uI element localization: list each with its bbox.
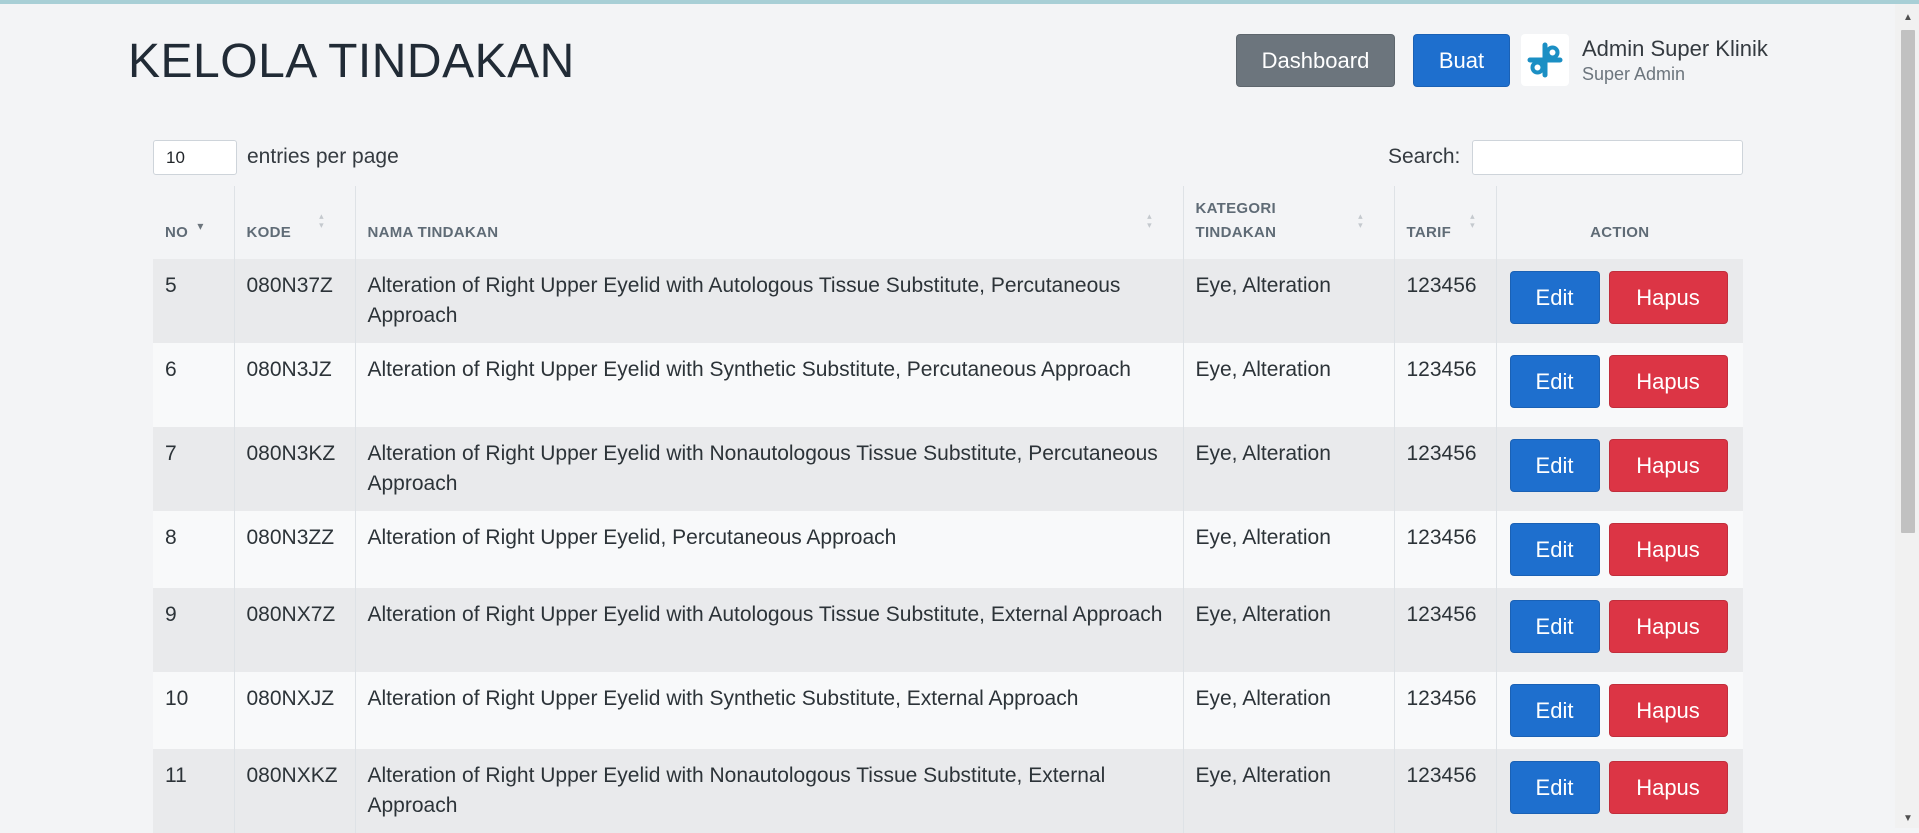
edit-button[interactable]: Edit bbox=[1509, 271, 1600, 324]
column-header-kategori[interactable]: KATEGORI TINDAKAN ▴ ▾ bbox=[1183, 186, 1395, 259]
cell-kode: 080NXJZ bbox=[234, 672, 356, 749]
cell-kode: 080N37Z bbox=[234, 259, 356, 343]
table-row: 10 080NXJZ Alteration of Right Upper Eye… bbox=[153, 672, 1743, 749]
user-name: Admin Super Klinik bbox=[1582, 36, 1768, 61]
cell-tarif: 123456 bbox=[1394, 427, 1497, 511]
table-row: 5 080N37Z Alteration of Right Upper Eyel… bbox=[153, 259, 1743, 343]
edit-button[interactable]: Edit bbox=[1509, 761, 1600, 814]
table-row: 6 080N3JZ Alteration of Right Upper Eyel… bbox=[153, 343, 1743, 427]
create-button[interactable]: Buat bbox=[1413, 34, 1510, 87]
search-label: Search: bbox=[1388, 145, 1461, 168]
table-row: 7 080N3KZ Alteration of Right Upper Eyel… bbox=[153, 427, 1743, 511]
cell-no: 5 bbox=[153, 259, 235, 343]
sort-desc-icon: ▾ bbox=[197, 219, 204, 233]
scrollbar-thumb[interactable] bbox=[1901, 30, 1915, 533]
column-header-action: ACTION bbox=[1496, 186, 1743, 259]
edit-button[interactable]: Edit bbox=[1509, 684, 1600, 737]
cell-kategori: Eye, Alteration bbox=[1183, 427, 1395, 511]
cell-no: 6 bbox=[153, 343, 235, 427]
entries-per-page-select[interactable]: 10 bbox=[153, 140, 237, 175]
cell-action: Edit Hapus bbox=[1496, 749, 1743, 833]
cell-kategori: Eye, Alteration bbox=[1183, 672, 1395, 749]
column-header-tarif[interactable]: TARIF ▴ ▾ bbox=[1394, 186, 1497, 259]
table-row: 8 080N3ZZ Alteration of Right Upper Eyel… bbox=[153, 511, 1743, 588]
column-header-label: ACTION bbox=[1590, 224, 1650, 241]
delete-button[interactable]: Hapus bbox=[1608, 439, 1728, 492]
cell-nama: Alteration of Right Upper Eyelid with Au… bbox=[355, 588, 1184, 672]
delete-button[interactable]: Hapus bbox=[1608, 684, 1728, 737]
sort-both-icon: ▴ ▾ bbox=[1470, 211, 1475, 230]
sort-both-icon: ▴ ▾ bbox=[1147, 211, 1152, 230]
column-header-no[interactable]: NO ▾ bbox=[153, 186, 235, 259]
delete-button[interactable]: Hapus bbox=[1608, 355, 1728, 408]
cell-action: Edit Hapus bbox=[1496, 511, 1743, 588]
cell-nama: Alteration of Right Upper Eyelid, Percut… bbox=[355, 511, 1184, 588]
delete-button[interactable]: Hapus bbox=[1608, 761, 1728, 814]
procedures-table: NO ▾ KODE ▴ ▾ NAMA TINDAKAN ▴ ▾ KATEGORI T… bbox=[153, 186, 1743, 833]
cell-tarif: 123456 bbox=[1394, 259, 1497, 343]
cell-action: Edit Hapus bbox=[1496, 259, 1743, 343]
cell-no: 10 bbox=[153, 672, 235, 749]
scroll-up-arrow-icon[interactable]: ▲ bbox=[1901, 12, 1915, 24]
user-role: Super Admin bbox=[1582, 64, 1686, 84]
cell-kode: 080N3JZ bbox=[234, 343, 356, 427]
delete-button[interactable]: Hapus bbox=[1608, 271, 1728, 324]
column-header-label: NO bbox=[165, 224, 189, 241]
cell-action: Edit Hapus bbox=[1496, 672, 1743, 749]
cell-kode: 080NX7Z bbox=[234, 588, 356, 672]
browser-top-border bbox=[0, 0, 1919, 4]
cell-nama: Alteration of Right Upper Eyelid with Sy… bbox=[355, 343, 1184, 427]
cell-nama: Alteration of Right Upper Eyelid with Sy… bbox=[355, 672, 1184, 749]
table-row: 9 080NX7Z Alteration of Right Upper Eyel… bbox=[153, 588, 1743, 672]
table-header-row: NO ▾ KODE ▴ ▾ NAMA TINDAKAN ▴ ▾ KATEGORI T… bbox=[153, 186, 1743, 259]
column-header-label: TARIF bbox=[1406, 224, 1452, 241]
cell-nama: Alteration of Right Upper Eyelid with Au… bbox=[355, 259, 1184, 343]
cell-no: 9 bbox=[153, 588, 235, 672]
cell-action: Edit Hapus bbox=[1496, 588, 1743, 672]
cell-nama: Alteration of Right Upper Eyelid with No… bbox=[355, 749, 1184, 833]
edit-button[interactable]: Edit bbox=[1509, 600, 1600, 653]
cell-tarif: 123456 bbox=[1394, 588, 1497, 672]
delete-button[interactable]: Hapus bbox=[1608, 523, 1728, 576]
column-header-label: NAMA TINDAKAN bbox=[367, 224, 499, 241]
search-input[interactable] bbox=[1472, 140, 1743, 175]
cell-kode: 080NXKZ bbox=[234, 749, 356, 833]
delete-button[interactable]: Hapus bbox=[1608, 600, 1728, 653]
cell-kode: 080N3KZ bbox=[234, 427, 356, 511]
page-title: KELOLA TINDAKAN bbox=[128, 35, 575, 88]
edit-button[interactable]: Edit bbox=[1509, 355, 1600, 408]
cell-action: Edit Hapus bbox=[1496, 427, 1743, 511]
column-header-kode[interactable]: KODE ▴ ▾ bbox=[234, 186, 356, 259]
dashboard-button[interactable]: Dashboard bbox=[1236, 34, 1395, 87]
edit-button[interactable]: Edit bbox=[1509, 523, 1600, 576]
column-header-label: KATEGORI TINDAKAN bbox=[1195, 200, 1277, 241]
cell-tarif: 123456 bbox=[1394, 343, 1497, 427]
table-row: 11 080NXKZ Alteration of Right Upper Eye… bbox=[153, 749, 1743, 833]
entries-per-page-label: entries per page bbox=[247, 145, 399, 168]
cell-kategori: Eye, Alteration bbox=[1183, 511, 1395, 588]
cell-kategori: Eye, Alteration bbox=[1183, 588, 1395, 672]
cell-no: 11 bbox=[153, 749, 235, 833]
cell-no: 7 bbox=[153, 427, 235, 511]
cell-kategori: Eye, Alteration bbox=[1183, 259, 1395, 343]
cell-action: Edit Hapus bbox=[1496, 343, 1743, 427]
column-header-nama[interactable]: NAMA TINDAKAN ▴ ▾ bbox=[355, 186, 1184, 259]
sort-both-icon: ▴ ▾ bbox=[1358, 211, 1363, 230]
cell-no: 8 bbox=[153, 511, 235, 588]
cell-kategori: Eye, Alteration bbox=[1183, 749, 1395, 833]
clinic-logo-icon bbox=[1527, 42, 1563, 78]
sort-both-icon: ▴ ▾ bbox=[319, 211, 324, 230]
column-header-label: KODE bbox=[246, 224, 292, 241]
edit-button[interactable]: Edit bbox=[1509, 439, 1600, 492]
cell-kategori: Eye, Alteration bbox=[1183, 343, 1395, 427]
cell-nama: Alteration of Right Upper Eyelid with No… bbox=[355, 427, 1184, 511]
cell-tarif: 123456 bbox=[1394, 672, 1497, 749]
cell-kode: 080N3ZZ bbox=[234, 511, 356, 588]
cell-tarif: 123456 bbox=[1394, 511, 1497, 588]
user-avatar[interactable] bbox=[1521, 34, 1569, 86]
scroll-down-arrow-icon[interactable]: ▼ bbox=[1901, 813, 1915, 825]
cell-tarif: 123456 bbox=[1394, 749, 1497, 833]
